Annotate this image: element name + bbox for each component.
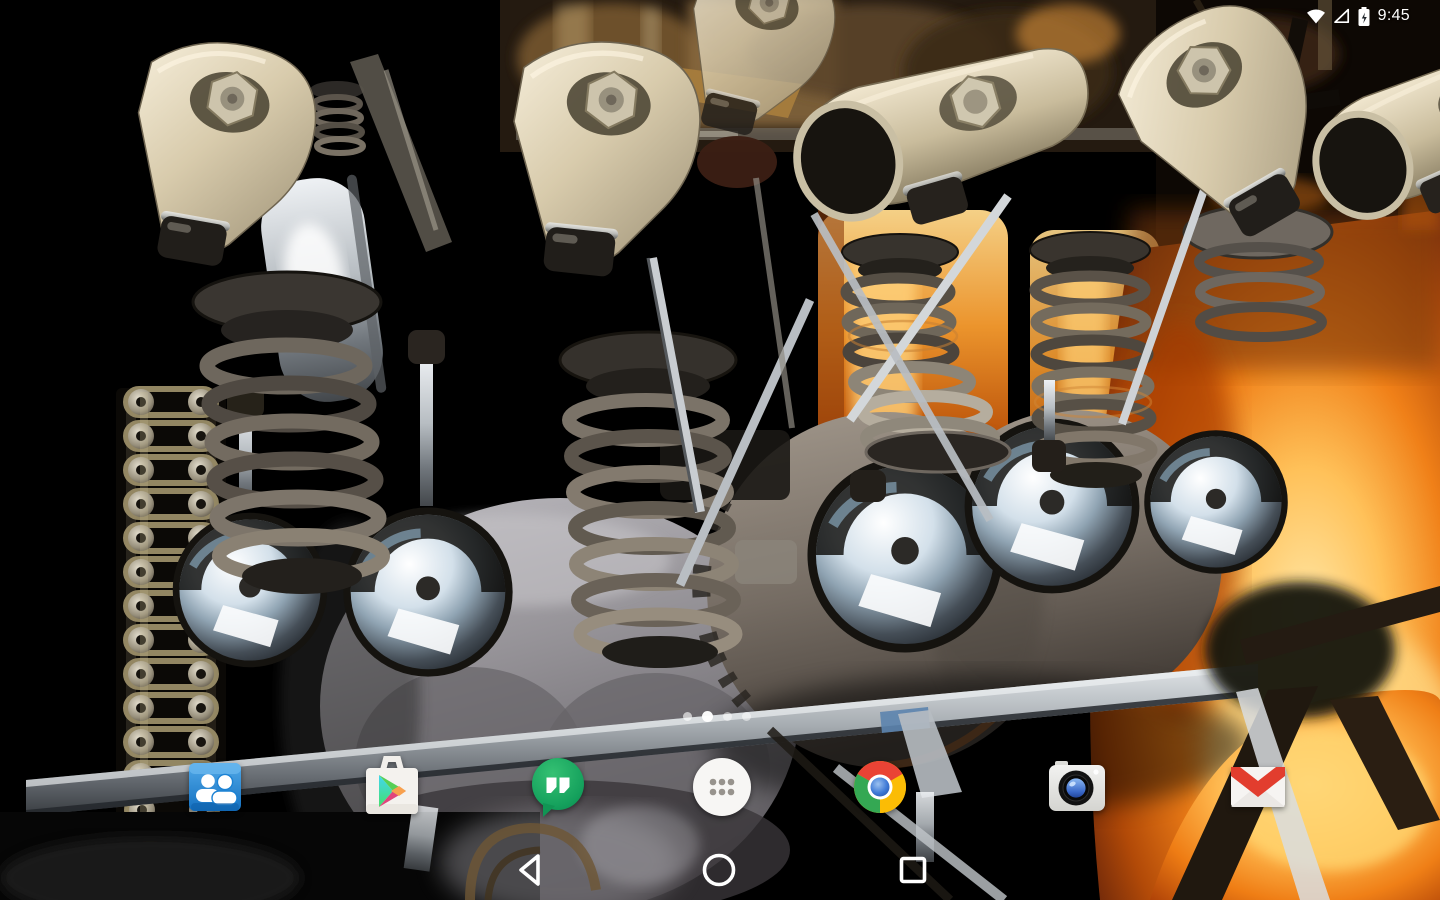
home-button[interactable] — [699, 850, 739, 890]
app-icon-hangouts[interactable] — [526, 755, 590, 819]
recents-icon — [899, 856, 927, 884]
page-dot-active — [702, 711, 713, 722]
page-dot — [683, 712, 692, 721]
app-icon-camera[interactable] — [1045, 755, 1109, 819]
page-dot — [723, 712, 732, 721]
wifi-icon — [1306, 9, 1325, 24]
home-icon — [702, 853, 736, 887]
status-bar[interactable]: 9:45 — [1306, 0, 1440, 32]
clock: 9:45 — [1377, 7, 1410, 24]
app-icon-gmail[interactable] — [1226, 755, 1290, 819]
app-icon-play-store[interactable] — [360, 755, 424, 819]
app-icon-people[interactable] — [183, 755, 247, 819]
cell-signal-empty-icon — [1333, 8, 1349, 24]
page-indicator — [683, 711, 751, 722]
back-icon — [519, 854, 540, 886]
android-home-screen: 9:45 — [0, 0, 1440, 900]
page-dot — [742, 712, 751, 721]
app-icon-chrome[interactable] — [848, 755, 912, 819]
back-button[interactable] — [511, 850, 551, 890]
battery-charging-icon — [1358, 6, 1370, 26]
lower-machinery — [0, 804, 700, 900]
app-drawer-button[interactable] — [690, 755, 754, 819]
recents-button[interactable] — [893, 850, 933, 890]
